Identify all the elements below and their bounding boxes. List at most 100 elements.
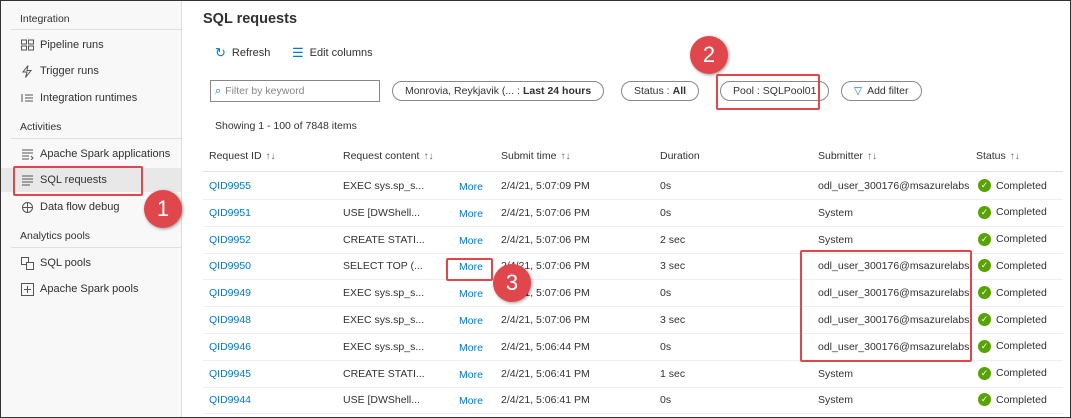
duration: 0s (660, 206, 672, 219)
divider (11, 138, 181, 139)
column-header-request-content[interactable]: Request content ↑↓ (343, 150, 433, 162)
status-badge: ✓ Completed (978, 232, 1047, 246)
sort-icon: ↑↓ (866, 151, 877, 162)
request-id-link[interactable]: QID9955 (209, 180, 251, 192)
duration: 2 sec (660, 233, 686, 246)
more-link[interactable]: More (459, 369, 483, 381)
highlight-more-link (446, 258, 493, 281)
column-header-status[interactable]: Status ↑↓ (976, 150, 1020, 162)
data-flow-debug-icon (20, 200, 34, 214)
more-link[interactable]: More (459, 342, 483, 354)
status-label: Completed (996, 313, 1047, 326)
table-row[interactable]: QID9955 EXEC sys.sp_s... More 2/4/21, 5:07:… (203, 173, 1063, 200)
request-content: CREATE STATI... (343, 233, 425, 246)
request-content: EXEC sys.sp_s... (343, 287, 425, 300)
table-row[interactable]: QID9945 CREATE STATI... More 2/4/21, 5:06:4… (203, 361, 1063, 388)
status-filter-value: All (672, 85, 687, 97)
search-icon: ⌕ (215, 84, 222, 97)
duration: 3 sec (660, 314, 686, 326)
request-content: SELECT TOP (... (343, 260, 423, 273)
refresh-label: Refresh (231, 47, 271, 59)
submitter: System (818, 233, 854, 246)
refresh-button[interactable]: ↻ Refresh (215, 45, 270, 61)
sidebar-item-integration-runtimes[interactable]: Integration runtimes (1, 86, 181, 110)
table-row[interactable]: QID9951 USE [DWShell... More 2/4/21, 5:07:0… (203, 200, 1063, 227)
time-filter-pill[interactable]: Monrovia, Reykjavik (... : Last 24 hours (392, 81, 605, 101)
edit-columns-label: Edit columns (309, 47, 373, 59)
item-count: Showing 1 - 100 of 7848 items (215, 120, 357, 132)
request-id-link[interactable]: QID9951 (209, 207, 251, 219)
column-header-duration[interactable]: Duration (660, 150, 700, 162)
check-circle-icon: ✓ (978, 366, 991, 380)
request-id-link[interactable]: QID9952 (209, 234, 251, 246)
more-link[interactable]: More (459, 288, 483, 300)
status-label: Completed (996, 179, 1047, 192)
edit-columns-icon: ☰ (292, 45, 304, 60)
refresh-icon: ↻ (215, 45, 226, 60)
header-divider (203, 171, 1063, 172)
request-content: EXEC sys.sp_s... (343, 314, 425, 326)
request-id-link[interactable]: QID9950 (209, 260, 251, 272)
submitter: odl_user_300176@msazurelabs (818, 180, 970, 192)
check-circle-icon: ✓ (978, 179, 991, 192)
status-filter-pill[interactable]: Status : All (621, 81, 700, 101)
request-id-link[interactable]: QID9946 (209, 341, 251, 353)
column-header-submit-time[interactable]: Submit time ↑↓ (501, 150, 570, 162)
request-id-link[interactable]: QID9948 (209, 314, 251, 326)
time-filter-value: Last 24 hours (522, 85, 592, 97)
column-header-label: Submit time (501, 150, 557, 162)
more-link[interactable]: More (459, 315, 483, 327)
request-content: USE [DWShell... (343, 394, 421, 407)
edit-columns-button[interactable]: ☰ Edit columns (292, 45, 373, 61)
request-content: CREATE STATI... (343, 367, 425, 380)
column-header-label: Duration (660, 150, 700, 162)
more-link[interactable]: More (459, 395, 483, 407)
submit-time: 2/4/21, 5:07:06 PM (501, 233, 590, 246)
column-header-label: Submitter (818, 150, 863, 162)
filter-input[interactable]: ⌕ Filter by keyword (210, 80, 380, 102)
sort-icon: ↑↓ (1009, 151, 1020, 162)
request-id-link[interactable]: QID9944 (209, 394, 251, 406)
sidebar-item-sql-pools[interactable]: SQL pools (1, 251, 181, 275)
column-header-request-id[interactable]: Request ID ↑↓ (209, 150, 276, 162)
request-content: EXEC sys.sp_s... (343, 340, 425, 353)
page-title: SQL requests (203, 11, 298, 27)
request-content: EXEC sys.sp_s... (343, 180, 425, 192)
sidebar-item-trigger-runs[interactable]: Trigger runs (1, 59, 181, 83)
more-link[interactable]: More (459, 181, 483, 193)
status-label: Completed (996, 286, 1047, 299)
sidebar-item-pipeline-runs[interactable]: Pipeline runs (1, 33, 181, 57)
more-link[interactable]: More (459, 235, 483, 247)
request-content: USE [DWShell... (343, 206, 421, 219)
column-header-submitter[interactable]: Submitter ↑↓ (818, 150, 877, 162)
status-badge: ✓ Completed (978, 179, 1047, 192)
status-badge: ✓ Completed (978, 286, 1047, 300)
spark-pools-icon (20, 282, 34, 296)
status-label: Completed (996, 393, 1047, 406)
table-row[interactable]: QID9944 USE [DWShell... More 2/4/21, 5:06:4… (203, 387, 1063, 415)
trigger-icon (20, 64, 34, 78)
submit-time: 2/4/21, 5:06:41 PM (501, 394, 590, 407)
callout-3: 3 (493, 264, 531, 302)
status-badge: ✓ Completed (978, 393, 1047, 407)
request-id-link[interactable]: QID9945 (209, 368, 251, 380)
request-id-link[interactable]: QID9949 (209, 287, 251, 299)
duration: 0s (660, 394, 672, 407)
sidebar-item-label: Apache Spark applications (40, 148, 171, 160)
check-circle-icon: ✓ (978, 232, 991, 246)
divider (11, 247, 181, 248)
add-filter-label: Add filter (867, 85, 909, 97)
add-filter-button[interactable]: ▽ Add filter (841, 81, 922, 101)
sidebar-item-spark-applications[interactable]: Apache Spark applications (1, 142, 181, 166)
more-link[interactable]: More (459, 208, 483, 220)
submit-time: 2/4/21, 5:07:09 PM (501, 180, 590, 192)
status-label: Completed (996, 367, 1047, 380)
status-label: Completed (996, 206, 1047, 219)
spark-applications-icon (20, 147, 34, 161)
sidebar-item-spark-pools[interactable]: Apache Spark pools (1, 277, 181, 301)
submitter: System (818, 394, 854, 407)
sidebar-item-label: Apache Spark pools (40, 283, 139, 295)
pipeline-runs-icon (20, 38, 34, 52)
submit-time: 2/4/21, 5:07:06 PM (501, 206, 590, 219)
sidebar-item-label: Pipeline runs (40, 39, 104, 51)
